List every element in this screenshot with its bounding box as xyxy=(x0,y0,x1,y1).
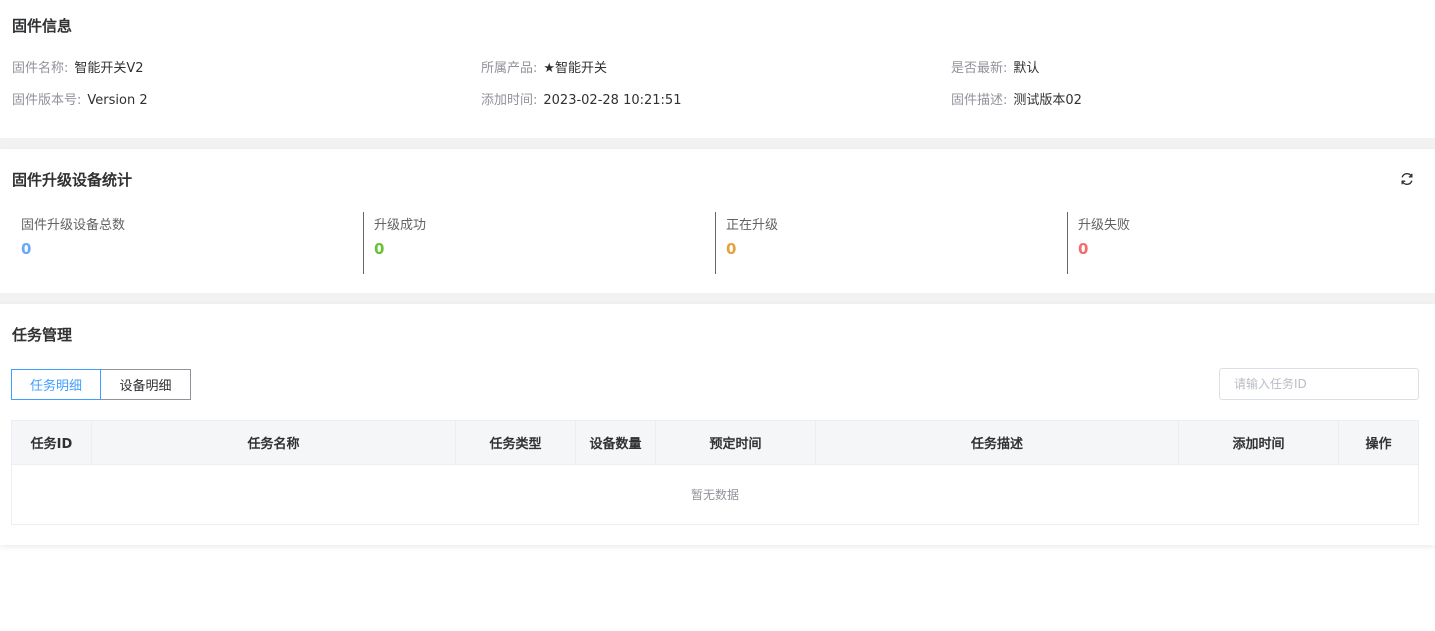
col-actions[interactable]: 操作 xyxy=(1339,421,1418,464)
stat-success: 升级成功 0 xyxy=(363,212,703,274)
firmware-info-card: 固件信息 固件名称: 智能开关V2 所属产品: ★智能开关 是否最新: 默认 固件版本… xyxy=(0,0,1435,138)
task-management-title: 任务管理 xyxy=(12,326,73,344)
product-value: ★智能开关 xyxy=(543,61,608,76)
stat-total-value: 0 xyxy=(21,240,32,258)
refresh-icon[interactable] xyxy=(1399,171,1415,187)
description-value: 测试版本02 xyxy=(1013,93,1082,108)
added-time-label: 添加时间: xyxy=(481,93,538,108)
table-header: 任务ID 任务名称 任务类型 设备数量 预定时间 任务描述 添加时间 操作 xyxy=(12,421,1418,465)
description-item: 固件描述: 测试版本02 xyxy=(951,89,1082,108)
latest-item: 是否最新: 默认 xyxy=(951,57,1039,76)
firmware-info-title: 固件信息 xyxy=(12,17,73,35)
product-label: 所属产品: xyxy=(481,61,538,76)
product-item: 所属产品: ★智能开关 xyxy=(481,57,607,76)
col-task-type[interactable]: 任务类型 xyxy=(456,421,576,464)
task-table: 任务ID 任务名称 任务类型 设备数量 预定时间 任务描述 添加时间 操作 暂无… xyxy=(11,420,1419,525)
firmware-name-label: 固件名称: xyxy=(12,61,69,76)
section-gap xyxy=(0,293,1435,304)
stat-success-value: 0 xyxy=(374,240,385,258)
firmware-name-item: 固件名称: 智能开关V2 xyxy=(12,57,144,76)
latest-label: 是否最新: xyxy=(951,61,1008,76)
stat-upgrading: 正在升级 0 xyxy=(715,212,1055,274)
task-id-search-input[interactable] xyxy=(1219,368,1419,400)
stat-failed-label: 升级失败 xyxy=(1078,218,1131,233)
version-label: 固件版本号: xyxy=(12,93,82,108)
tab-task-detail[interactable]: 任务明细 xyxy=(11,369,101,400)
col-device-count[interactable]: 设备数量 xyxy=(576,421,656,464)
latest-value: 默认 xyxy=(1013,61,1040,76)
version-item: 固件版本号: Version 2 xyxy=(12,89,148,108)
description-label: 固件描述: xyxy=(951,93,1008,108)
tab-device-detail[interactable]: 设备明细 xyxy=(101,369,191,400)
upgrade-stats-title: 固件升级设备统计 xyxy=(12,171,133,189)
added-time-value: 2023-02-28 10:21:51 xyxy=(543,93,682,108)
stat-failed-value: 0 xyxy=(1078,240,1089,258)
task-tabs: 任务明细 设备明细 xyxy=(11,369,191,400)
stat-total-label: 固件升级设备总数 xyxy=(21,218,126,233)
section-gap xyxy=(0,138,1435,149)
added-time-item: 添加时间: 2023-02-28 10:21:51 xyxy=(481,89,681,108)
stat-total: 固件升级设备总数 0 xyxy=(11,212,351,274)
table-body: 暂无数据 xyxy=(12,465,1418,524)
stat-failed: 升级失败 0 xyxy=(1067,212,1407,274)
firmware-name-value: 智能开关V2 xyxy=(74,61,144,76)
col-task-name[interactable]: 任务名称 xyxy=(92,421,456,464)
col-task-id[interactable]: 任务ID xyxy=(12,421,92,464)
col-added-time[interactable]: 添加时间 xyxy=(1179,421,1339,464)
stat-success-label: 升级成功 xyxy=(374,218,427,233)
col-task-description[interactable]: 任务描述 xyxy=(816,421,1179,464)
col-scheduled-time[interactable]: 预定时间 xyxy=(656,421,816,464)
empty-state-text: 暂无数据 xyxy=(690,488,739,502)
version-value: Version 2 xyxy=(87,93,148,108)
stat-upgrading-label: 正在升级 xyxy=(726,218,779,233)
stat-upgrading-value: 0 xyxy=(726,240,737,258)
